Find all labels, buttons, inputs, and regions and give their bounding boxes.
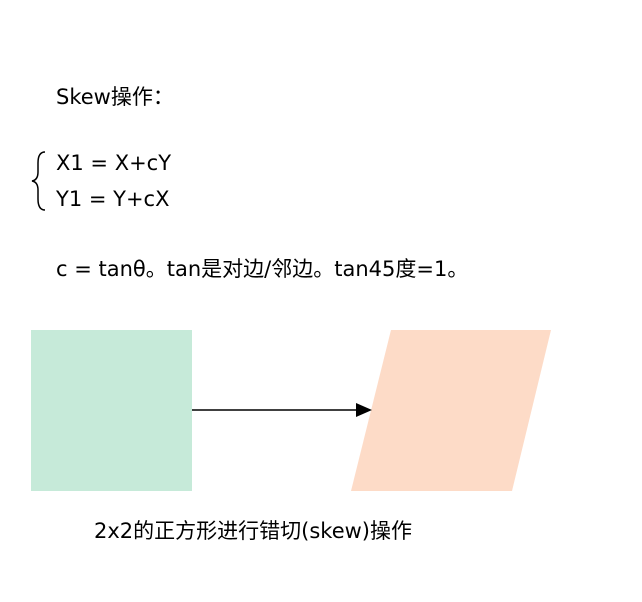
left-brace	[31, 151, 46, 211]
equation-y1: Y1 = Y+cX	[56, 187, 170, 211]
formula-text: c = tanθ。tan是对边/邻边。tan45度=1。	[56, 257, 469, 281]
skew-diagram	[31, 151, 551, 491]
parallelogram-shape	[351, 330, 551, 491]
caption-text: 2x2的正方形进行错切(skew)操作	[94, 519, 412, 543]
equation-x1: X1 = X+cY	[56, 151, 172, 175]
square-shape	[31, 330, 192, 491]
arrow-head	[356, 403, 372, 417]
